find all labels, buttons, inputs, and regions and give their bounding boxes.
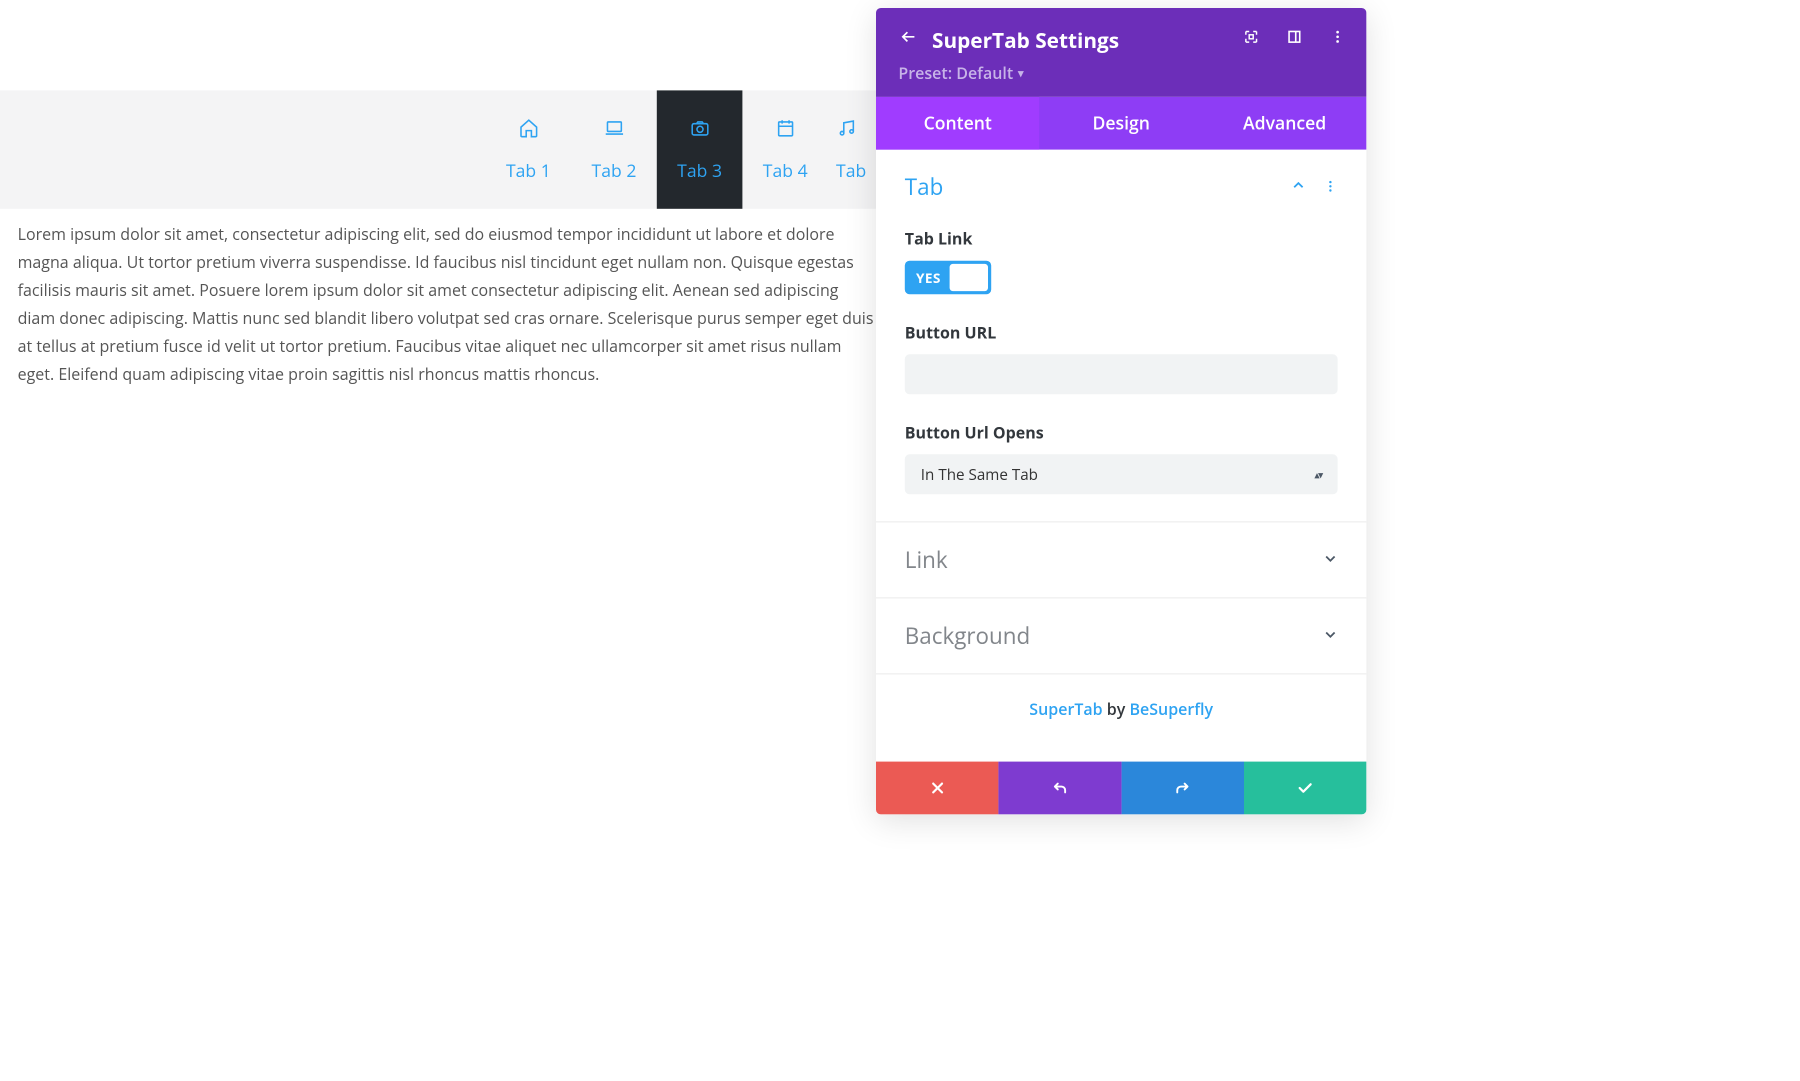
tab-link-label: Tab Link [905, 228, 1338, 250]
tab-content[interactable]: Content [876, 97, 1039, 150]
section-tab-header[interactable]: Tab [876, 150, 1366, 225]
button-url-label: Button URL [905, 322, 1338, 344]
section-background-header[interactable]: Background [876, 598, 1366, 673]
section-title: Tab [905, 172, 944, 202]
tab-label: Tab 3 [677, 158, 722, 182]
url-opens-select[interactable]: In The Same Tab ▴▾ [905, 454, 1338, 494]
settings-panel: SuperTab Settings Preset: Default Conten… [876, 8, 1366, 814]
music-icon [836, 117, 857, 143]
url-opens-label: Button Url Opens [905, 422, 1338, 444]
tab-item-3[interactable]: Tab 3 [657, 90, 743, 208]
section-link-header[interactable]: Link [876, 522, 1366, 597]
panel-actions [876, 762, 1366, 815]
kebab-icon[interactable] [1330, 29, 1346, 49]
section-title: Background [905, 621, 1030, 651]
chevron-down-icon [1323, 627, 1337, 645]
save-button[interactable] [1244, 762, 1367, 815]
undo-button[interactable] [999, 762, 1122, 815]
calendar-icon [775, 117, 796, 143]
tab-item-2[interactable]: Tab 2 [571, 90, 657, 208]
tab-item-1[interactable]: Tab 1 [486, 90, 572, 208]
panel-header: SuperTab Settings Preset: Default [876, 8, 1366, 97]
cancel-button[interactable] [876, 762, 999, 815]
tab-label: Tab 1 [506, 158, 551, 182]
laptop-icon [604, 117, 625, 143]
panel-body[interactable]: Tab Tab Link YES Button URL Button [876, 150, 1366, 762]
chevron-down-icon [1323, 551, 1337, 569]
select-caret-icon: ▴▾ [1314, 467, 1321, 481]
tab-label: Tab [836, 158, 866, 182]
preset-dropdown[interactable]: Preset: Default [898, 62, 1023, 84]
back-icon[interactable] [898, 28, 917, 51]
tab-link-toggle[interactable]: YES [905, 261, 991, 295]
footer-credit: SuperTab by BeSuperfly [876, 674, 1366, 761]
chevron-up-icon [1291, 178, 1305, 196]
section-title: Link [905, 545, 948, 575]
tab-content-text: Lorem ipsum dolor sit amet, consectetur … [18, 220, 874, 388]
tab-label: Tab 2 [592, 158, 637, 182]
snap-icon[interactable] [1286, 29, 1302, 49]
tab-item-4[interactable]: Tab 4 [742, 90, 828, 208]
tab-advanced[interactable]: Advanced [1203, 97, 1366, 150]
panel-title: SuperTab Settings [932, 26, 1119, 55]
home-icon [518, 117, 539, 143]
tab-item-5[interactable]: Tab [828, 90, 876, 208]
tab-design[interactable]: Design [1039, 97, 1202, 150]
select-value: In The Same Tab [921, 464, 1038, 485]
button-url-input[interactable] [905, 354, 1338, 394]
camera-icon [689, 117, 710, 143]
panel-tabs: Content Design Advanced [876, 97, 1366, 150]
expand-icon[interactable] [1243, 29, 1259, 49]
tab-label: Tab 4 [763, 158, 808, 182]
section-tab-content: Tab Link YES Button URL Button Url Opens… [876, 228, 1366, 522]
product-link[interactable]: SuperTab [1029, 698, 1102, 720]
redo-button[interactable] [1121, 762, 1244, 815]
supertab-bar: Tab 1 Tab 2 Tab 3 Tab 4 Tab [0, 90, 876, 208]
kebab-icon[interactable] [1323, 175, 1337, 199]
author-link[interactable]: BeSuperfly [1129, 698, 1213, 720]
toggle-knob [950, 264, 988, 291]
